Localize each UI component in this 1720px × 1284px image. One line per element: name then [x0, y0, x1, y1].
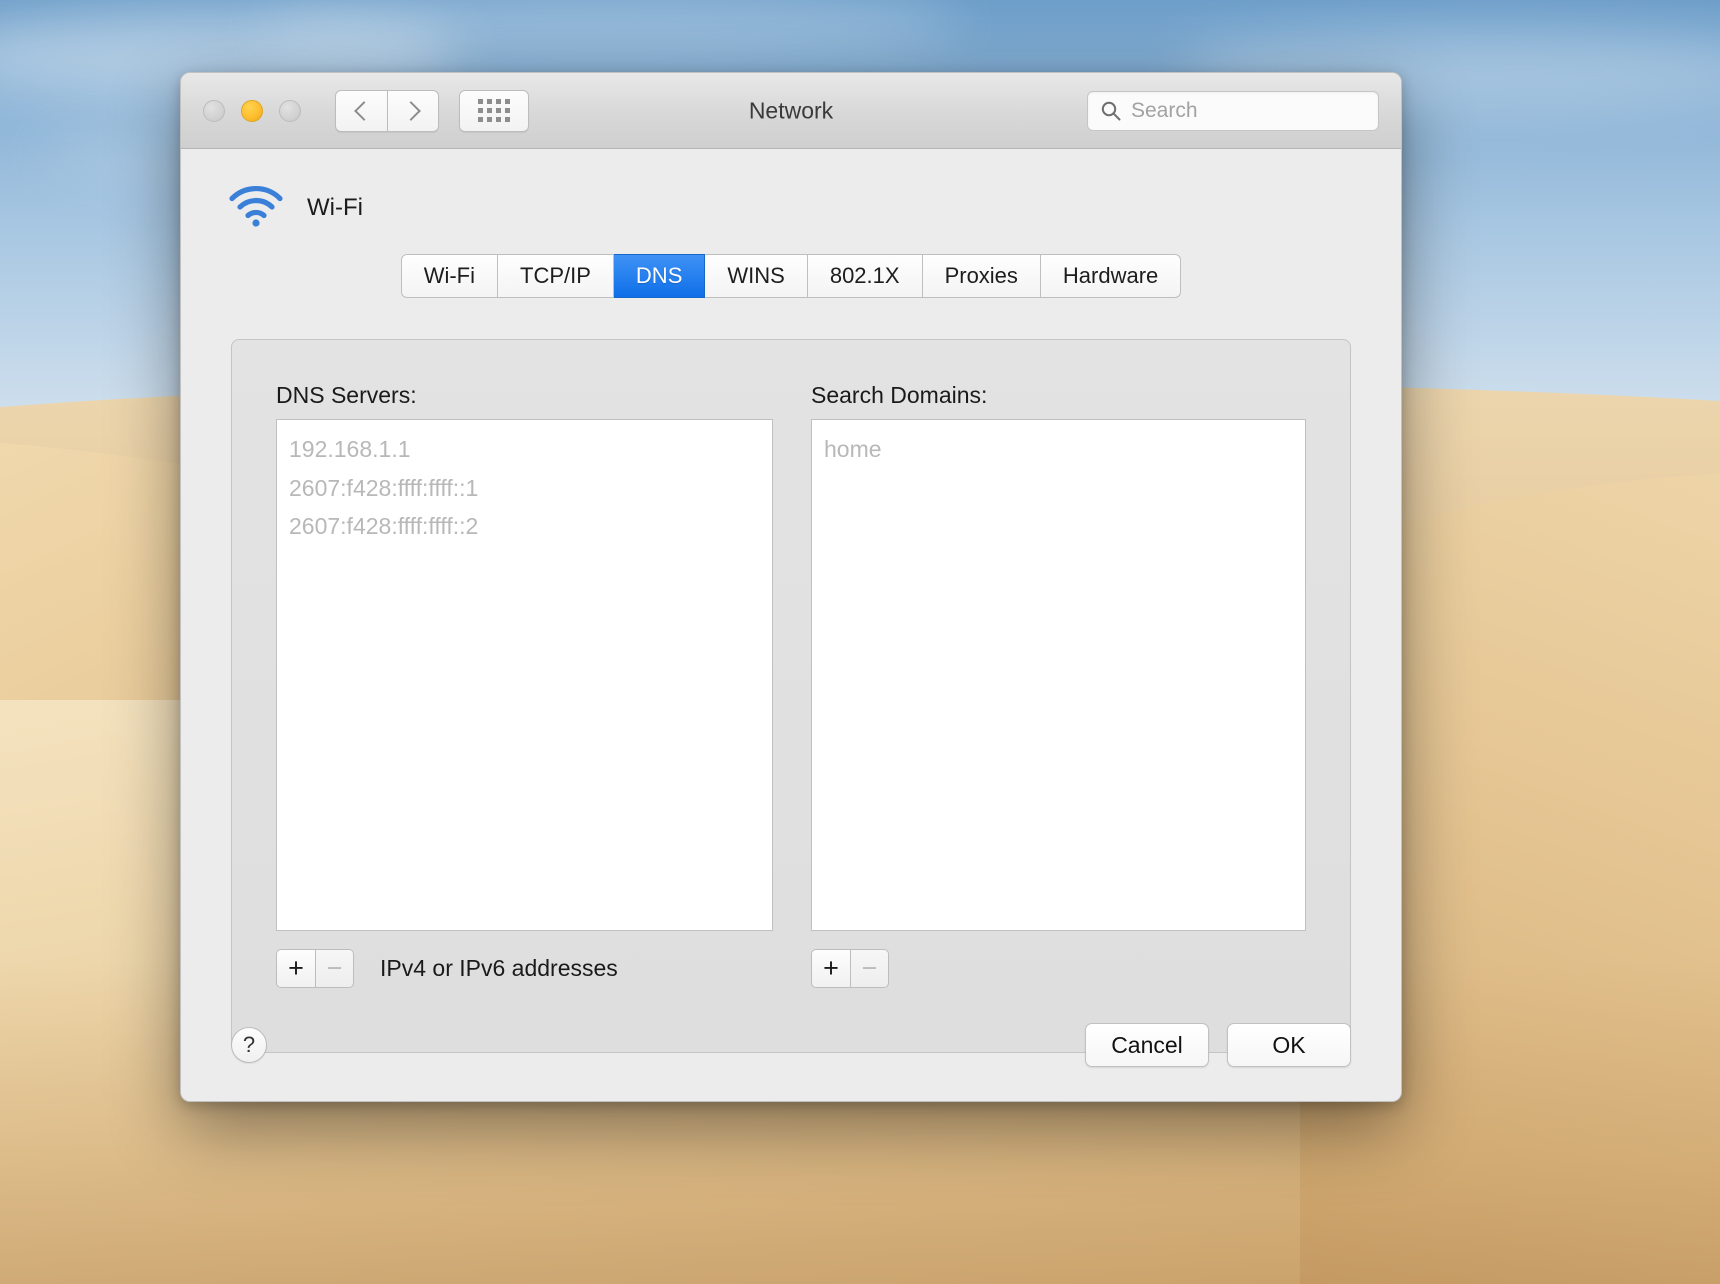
- forward-button[interactable]: [387, 90, 439, 132]
- dns-servers-controls: + − IPv4 or IPv6 addresses: [276, 949, 773, 988]
- navigation-button-group: [335, 90, 439, 132]
- tab-8021x[interactable]: 802.1X: [808, 254, 923, 298]
- service-name: Wi-Fi: [307, 194, 363, 222]
- window-body: Wi-Fi Wi-Fi TCP/IP DNS WINS 802.1X Proxi…: [181, 149, 1401, 1101]
- search-domains-controls: + −: [811, 949, 1306, 988]
- grid-icon: [478, 99, 510, 122]
- tab-label: 802.1X: [830, 263, 900, 289]
- service-header: Wi-Fi: [181, 149, 1401, 232]
- help-button[interactable]: ?: [231, 1027, 267, 1063]
- desktop-wallpaper: Network Search: [0, 0, 1720, 1284]
- traffic-light-group: [203, 100, 301, 122]
- tab-label: DNS: [636, 263, 682, 289]
- ok-button[interactable]: OK: [1227, 1023, 1351, 1067]
- tab-wifi[interactable]: Wi-Fi: [401, 254, 498, 298]
- dns-servers-list[interactable]: 192.168.1.1 2607:f428:ffff:ffff::1 2607:…: [276, 419, 773, 931]
- tab-label: WINS: [727, 263, 784, 289]
- list-item[interactable]: 192.168.1.1: [277, 430, 772, 469]
- tab-label: Wi-Fi: [424, 263, 475, 289]
- cancel-button[interactable]: Cancel: [1085, 1023, 1209, 1067]
- add-search-domain-button[interactable]: +: [811, 949, 850, 988]
- wifi-icon: [227, 183, 285, 232]
- tab-label: Proxies: [945, 263, 1018, 289]
- show-all-button[interactable]: [459, 90, 529, 132]
- dns-servers-label: DNS Servers:: [276, 382, 773, 409]
- tab-label: Hardware: [1063, 263, 1158, 289]
- dns-servers-add-remove-group: + −: [276, 949, 354, 988]
- dns-servers-column: DNS Servers: 192.168.1.1 2607:f428:ffff:…: [276, 382, 773, 988]
- close-button[interactable]: [203, 100, 225, 122]
- search-placeholder: Search: [1131, 99, 1198, 123]
- tab-bar: Wi-Fi TCP/IP DNS WINS 802.1X Proxies Har…: [181, 254, 1401, 298]
- tab-proxies[interactable]: Proxies: [923, 254, 1041, 298]
- window-footer: ? Cancel OK: [181, 989, 1401, 1101]
- tab-label: TCP/IP: [520, 263, 591, 289]
- remove-search-domain-button[interactable]: −: [850, 949, 889, 988]
- network-preferences-window: Network Search: [180, 72, 1402, 1102]
- list-item[interactable]: home: [812, 430, 1305, 469]
- tab-tcpip[interactable]: TCP/IP: [498, 254, 614, 298]
- list-item[interactable]: 2607:f428:ffff:ffff::1: [277, 469, 772, 508]
- search-domains-add-remove-group: + −: [811, 949, 889, 988]
- search-icon: [1100, 100, 1122, 122]
- minimize-button[interactable]: [241, 100, 263, 122]
- add-dns-server-button[interactable]: +: [276, 949, 315, 988]
- chevron-right-icon: [401, 101, 421, 121]
- remove-dns-server-button[interactable]: −: [315, 949, 354, 988]
- window-titlebar: Network Search: [181, 73, 1401, 149]
- back-button[interactable]: [335, 90, 387, 132]
- dns-servers-hint: IPv4 or IPv6 addresses: [380, 955, 618, 982]
- chevron-left-icon: [354, 101, 374, 121]
- dns-tab-panel: DNS Servers: 192.168.1.1 2607:f428:ffff:…: [231, 339, 1351, 1053]
- search-domains-label: Search Domains:: [811, 382, 1306, 409]
- tab-hardware[interactable]: Hardware: [1041, 254, 1181, 298]
- search-domains-list[interactable]: home: [811, 419, 1306, 931]
- tab-wins[interactable]: WINS: [705, 254, 807, 298]
- search-field[interactable]: Search: [1087, 91, 1379, 131]
- zoom-button[interactable]: [279, 100, 301, 122]
- list-item[interactable]: 2607:f428:ffff:ffff::2: [277, 507, 772, 546]
- search-domains-column: Search Domains: home + −: [811, 382, 1306, 988]
- tab-dns[interactable]: DNS: [614, 254, 705, 298]
